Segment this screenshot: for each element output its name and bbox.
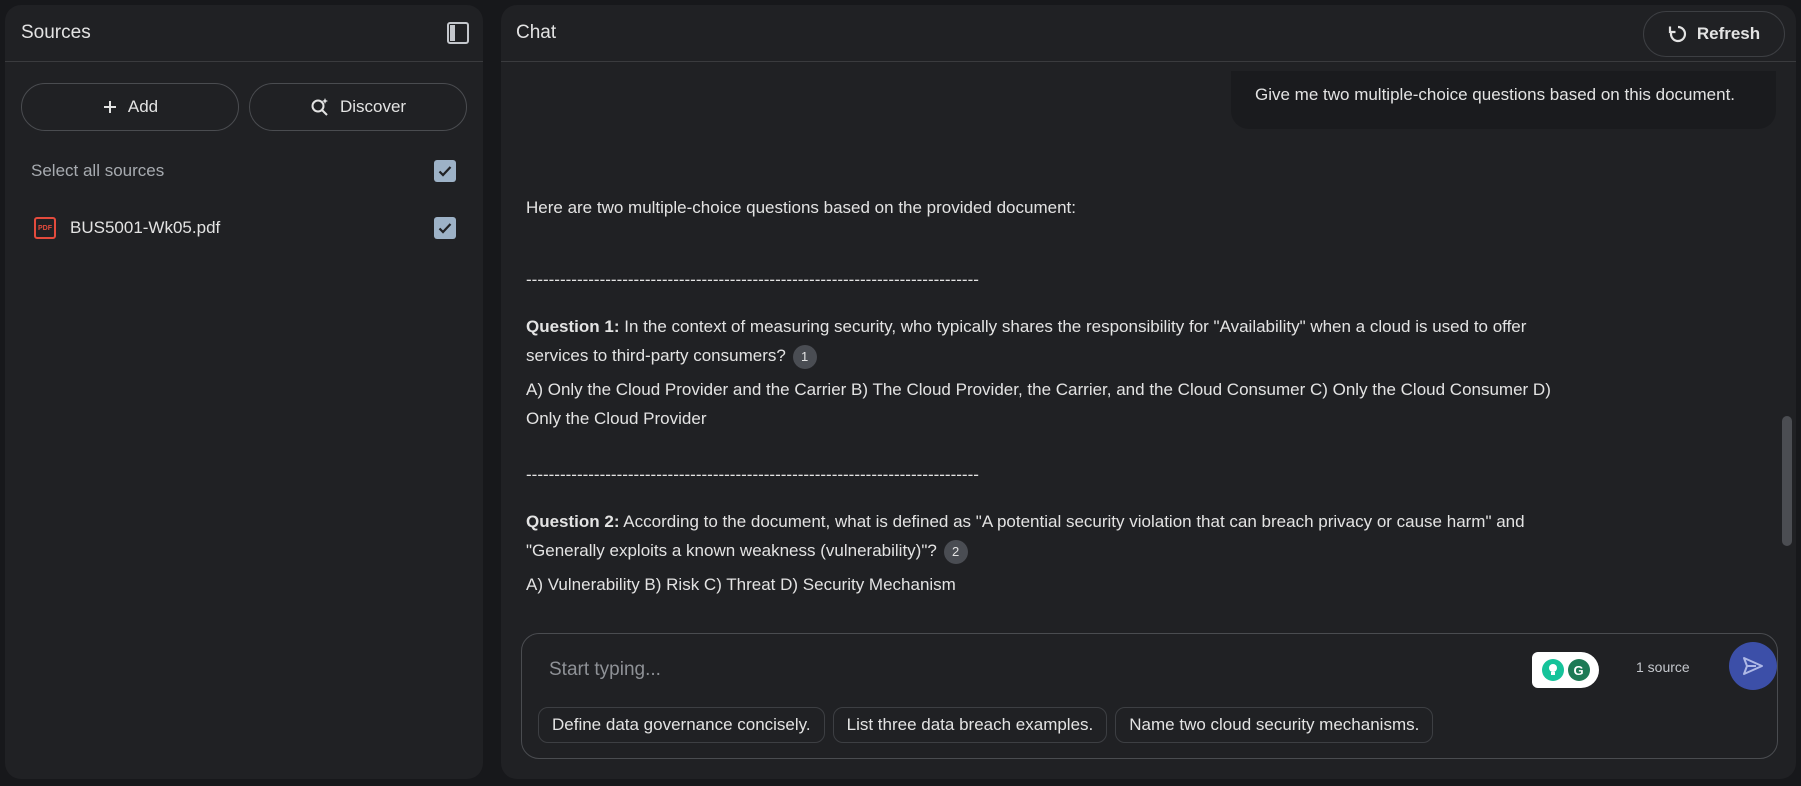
plus-icon	[102, 99, 118, 115]
question-2-options-text: A) Vulnerability B) Risk C) Threat D) Se…	[526, 575, 956, 594]
send-button[interactable]	[1729, 642, 1777, 690]
add-source-label: Add	[127, 97, 159, 116]
suggestion-chip[interactable]: Define data governance concisely.	[538, 707, 825, 743]
send-icon	[1743, 657, 1763, 675]
checkmark-icon	[438, 166, 452, 177]
citation-2[interactable]: 2	[943, 539, 968, 564]
refresh-label: Refresh	[1696, 24, 1761, 43]
chat-scrollbar[interactable]	[1782, 63, 1792, 633]
discover-label: Discover	[339, 97, 407, 116]
lightbulb-icon	[1541, 659, 1564, 681]
sidebar-toggle-icon	[447, 22, 469, 44]
discover-search-icon	[310, 97, 330, 117]
select-all-row: Select all sources	[5, 156, 483, 186]
refresh-button[interactable]: Refresh	[1643, 11, 1785, 57]
question-1-text: In the context of measuring security, wh…	[526, 317, 1527, 365]
question-1-options-text: A) Only the Cloud Provider and the Carri…	[526, 380, 1551, 428]
chat-header: Chat Refresh	[501, 5, 1796, 62]
refresh-icon	[1668, 25, 1686, 43]
citation-1[interactable]: 1	[792, 344, 817, 369]
suggestion-chip[interactable]: List three data breach examples.	[832, 707, 1108, 743]
source-item[interactable]: PDF BUS5001-Wk05.pdf	[5, 213, 483, 243]
source-item-name: BUS5001-Wk05.pdf	[70, 218, 221, 237]
suggestion-chip[interactable]: Name two cloud security mechanisms.	[1115, 707, 1434, 743]
pdf-icon: PDF	[34, 217, 56, 239]
sources-header: Sources	[5, 5, 483, 62]
source-count: 1 source	[1636, 659, 1690, 675]
question-2-label: Question 2:	[526, 512, 620, 531]
assistant-response: Here are two multiple-choice questions b…	[526, 193, 1586, 222]
grammarly-icon: G	[1567, 659, 1590, 681]
chat-composer: G 1 source Define data governance concis…	[521, 633, 1778, 759]
sources-title: Sources	[21, 22, 91, 43]
scrollbar-thumb[interactable]	[1782, 416, 1792, 546]
source-actions: Add Discover	[5, 83, 483, 131]
question-1-label: Question 1:	[526, 317, 620, 336]
question-2: Question 2: According to the document, w…	[526, 507, 1586, 565]
chat-panel: Chat Refresh Give me two multiple-choice…	[501, 5, 1796, 779]
checkmark-icon	[438, 223, 452, 234]
suggestion-chips: Define data governance concisely. List t…	[538, 707, 1434, 743]
response-intro: Here are two multiple-choice questions b…	[526, 198, 1076, 217]
separator-line: ----------------------------------------…	[526, 270, 979, 289]
chat-title: Chat	[516, 22, 557, 43]
chat-input[interactable]	[549, 654, 1509, 686]
select-all-label: Select all sources	[31, 161, 165, 180]
question-1-options: A) Only the Cloud Provider and the Carri…	[526, 375, 1586, 433]
question-1: Question 1: In the context of measuring …	[526, 312, 1586, 370]
chat-messages[interactable]: Give me two multiple-choice questions ba…	[501, 63, 1796, 633]
add-source-button[interactable]: Add	[21, 83, 239, 131]
grammarly-widget[interactable]: G	[1532, 652, 1599, 688]
select-all-checkbox[interactable]	[434, 160, 456, 182]
question-2-text: According to the document, what is defin…	[526, 512, 1525, 560]
source-item-checkbox[interactable]	[434, 217, 456, 239]
question-2-options: A) Vulnerability B) Risk C) Threat D) Se…	[526, 570, 1586, 599]
user-message: Give me two multiple-choice questions ba…	[1231, 71, 1776, 129]
collapse-panel-button[interactable]	[445, 20, 471, 46]
sources-panel: Sources Add Discover Select all sources …	[5, 5, 483, 779]
separator-line: ----------------------------------------…	[526, 465, 979, 484]
discover-button[interactable]: Discover	[249, 83, 467, 131]
